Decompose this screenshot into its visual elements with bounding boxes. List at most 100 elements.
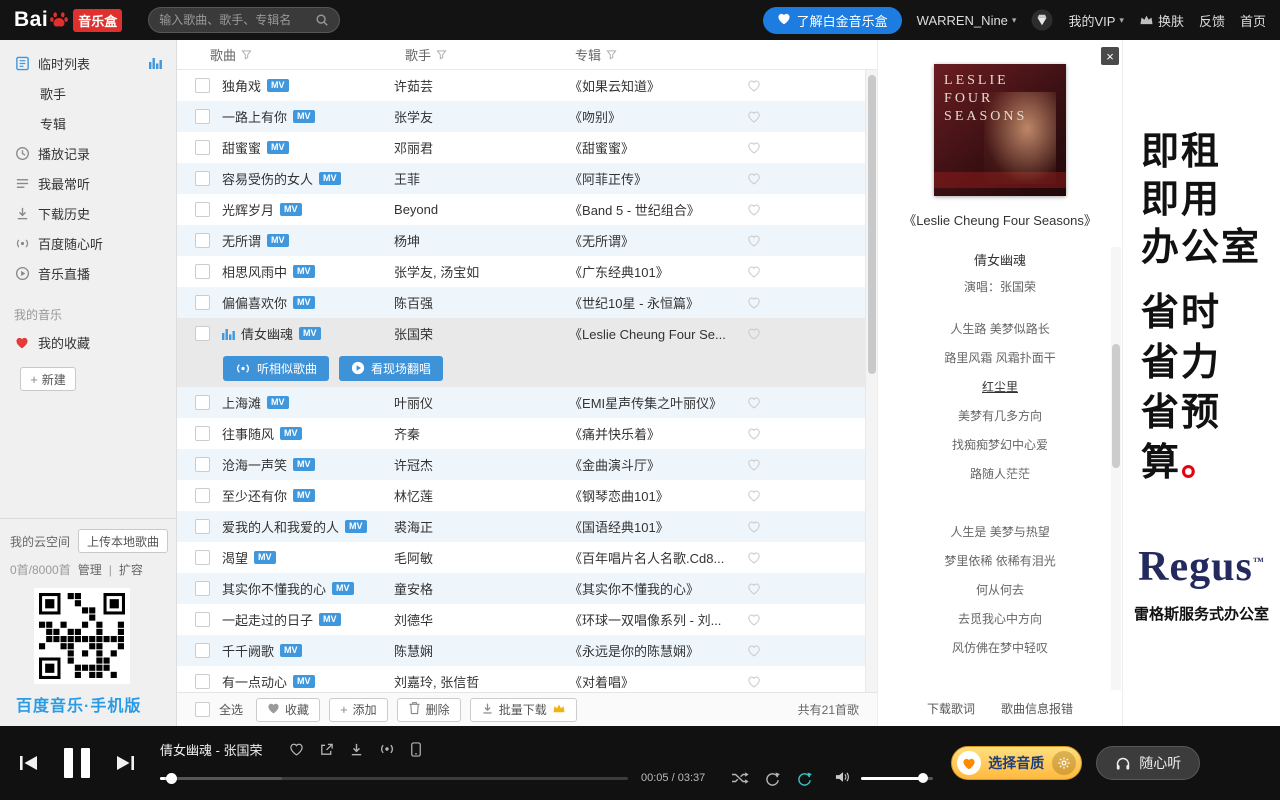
sidebar-item-favorites[interactable]: 我的收藏 (0, 327, 176, 357)
song-row[interactable]: 光辉岁月MVBeyond《Band 5 - 世纪组合》 (177, 194, 877, 225)
pause-button[interactable] (64, 748, 90, 778)
close-icon[interactable]: × (1101, 47, 1119, 65)
song-artist[interactable]: 许冠杰 (394, 455, 569, 474)
mv-badge[interactable]: MV (293, 265, 315, 278)
song-album[interactable]: 《吻别》 (569, 107, 737, 126)
mv-badge[interactable]: MV (332, 582, 354, 595)
song-album[interactable]: 《环球一双唱像系列 - 刘... (569, 610, 737, 629)
song-artist[interactable]: 张学友 (394, 107, 569, 126)
row-checkbox[interactable] (195, 295, 210, 310)
song-artist[interactable]: 王菲 (394, 169, 569, 188)
song-row[interactable]: 爱我的人和我爱的人MV裘海正《国语经典101》 (177, 511, 877, 542)
row-checkbox[interactable] (195, 519, 210, 534)
row-checkbox[interactable] (195, 326, 210, 341)
search-input[interactable] (159, 13, 315, 27)
row-checkbox[interactable] (195, 426, 210, 441)
song-row[interactable]: 容易受伤的女人MV王菲《阿菲正传》 (177, 163, 877, 194)
song-album[interactable]: 《金曲演斗厅》 (569, 455, 737, 474)
song-artist[interactable]: Beyond (394, 202, 569, 217)
favorite-icon[interactable] (289, 742, 304, 756)
mv-badge[interactable]: MV (293, 675, 315, 688)
song-row[interactable]: 至少还有你MV林忆莲《钢琴恋曲101》 (177, 480, 877, 511)
sidebar-item[interactable]: 播放记录 (0, 138, 176, 168)
song-artist[interactable]: 刘德华 (394, 610, 569, 629)
row-checkbox[interactable] (195, 395, 210, 410)
favorite-icon[interactable] (747, 110, 761, 123)
mv-badge[interactable]: MV (293, 296, 315, 309)
download-lyrics-link[interactable]: 下载歌词 (927, 700, 975, 717)
favorite-icon[interactable] (747, 520, 761, 533)
gear-icon[interactable] (1052, 751, 1076, 775)
send-to-phone-icon[interactable] (410, 742, 422, 757)
song-title-cell[interactable]: 无所谓MV (222, 231, 394, 250)
favorite-icon[interactable] (747, 458, 761, 471)
playing-action-button[interactable]: 听相似歌曲 (223, 356, 329, 381)
song-row[interactable]: 渴望MV毛阿敏《百年唱片名人名歌.Cd8... (177, 542, 877, 573)
song-album[interactable]: 《Band 5 - 世纪组合》 (569, 200, 737, 219)
song-title-cell[interactable]: 偏偏喜欢你MV (222, 293, 394, 312)
report-error-link[interactable]: 歌曲信息报错 (1001, 700, 1073, 717)
song-row[interactable]: 偏偏喜欢你MV陈百强《世纪10星 - 永恒篇》 (177, 287, 877, 318)
similar-songs-icon[interactable] (379, 742, 395, 756)
song-album[interactable]: 《永远是你的陈慧娴》 (569, 641, 737, 660)
song-artist[interactable]: 毛阿敏 (394, 548, 569, 567)
favorite-icon[interactable] (747, 582, 761, 595)
repeat-one-icon[interactable] (796, 771, 813, 786)
row-checkbox[interactable] (195, 581, 210, 596)
song-title-cell[interactable]: 爱我的人和我爱的人MV (222, 517, 394, 536)
row-checkbox[interactable] (195, 264, 210, 279)
song-album[interactable]: 《钢琴恋曲101》 (569, 486, 737, 505)
song-album[interactable]: 《国语经典101》 (569, 517, 737, 536)
song-row[interactable]: 相思风雨中MV张学友, 汤宝如《广东经典101》 (177, 256, 877, 287)
row-checkbox[interactable] (195, 550, 210, 565)
song-album[interactable]: 《甜蜜蜜》 (569, 138, 737, 157)
song-title-cell[interactable]: 其实你不懂我的心MV (222, 579, 394, 598)
mv-badge[interactable]: MV (267, 396, 289, 409)
song-artist[interactable]: 邓丽君 (394, 138, 569, 157)
song-album[interactable]: 《广东经典101》 (569, 262, 737, 281)
row-checkbox[interactable] (195, 674, 210, 689)
song-row[interactable]: 甜蜜蜜MV邓丽君《甜蜜蜜》 (177, 132, 877, 163)
volume-slider[interactable] (861, 777, 933, 780)
column-header-album[interactable]: 专辑 (575, 45, 877, 64)
row-checkbox[interactable] (195, 202, 210, 217)
favorite-icon[interactable] (747, 265, 761, 278)
sidebar-item[interactable]: 下载历史 (0, 198, 176, 228)
search-icon[interactable] (315, 13, 329, 27)
mv-badge[interactable]: MV (299, 327, 321, 340)
ad-banner[interactable]: 即租 即用 办公室 省时 省力 省预算。 Regus™ 雷格斯服务式办公室 (1122, 40, 1280, 726)
song-artist[interactable]: 许茹芸 (394, 76, 569, 95)
song-row[interactable]: 无所谓MV杨坤《无所谓》 (177, 225, 877, 256)
sidebar-item[interactable]: 百度随心听 (0, 228, 176, 258)
song-artist[interactable]: 陈慧娴 (394, 641, 569, 660)
row-checkbox[interactable] (195, 488, 210, 503)
row-checkbox[interactable] (195, 109, 210, 124)
song-title-cell[interactable]: 一起走过的日子MV (222, 610, 394, 629)
expand-link[interactable]: 扩容 (119, 561, 143, 578)
shuffle-icon[interactable] (731, 771, 749, 785)
filter-icon[interactable] (436, 49, 447, 60)
batch-download-button[interactable]: 批量下载 (470, 698, 577, 722)
mv-badge[interactable]: MV (254, 551, 276, 564)
mv-badge[interactable]: MV (293, 489, 315, 502)
song-title-cell[interactable]: 渴望MV (222, 548, 394, 567)
song-artist[interactable]: 林忆莲 (394, 486, 569, 505)
song-album[interactable]: 《EMI星声传集之叶丽仪》 (569, 393, 737, 412)
song-artist[interactable]: 杨坤 (394, 231, 569, 250)
song-album[interactable]: 《痛并快乐着》 (569, 424, 737, 443)
sidebar-item[interactable]: 临时列表 (0, 48, 176, 78)
row-checkbox[interactable] (195, 171, 210, 186)
share-icon[interactable] (319, 742, 334, 757)
radio-mode-button[interactable]: 随心听 (1096, 746, 1200, 780)
table-scrollbar[interactable] (865, 70, 877, 692)
song-album[interactable]: 《世纪10星 - 永恒篇》 (569, 293, 737, 312)
search-box[interactable] (148, 7, 340, 33)
filter-icon[interactable] (606, 49, 617, 60)
song-album[interactable]: 《无所谓》 (569, 231, 737, 250)
favorite-selected-button[interactable]: 收藏 (256, 698, 320, 722)
song-album[interactable]: 《其实你不懂我的心》 (569, 579, 737, 598)
favorite-icon[interactable] (747, 396, 761, 409)
row-checkbox[interactable] (195, 78, 210, 93)
song-row[interactable]: 往事随风MV齐秦《痛并快乐着》 (177, 418, 877, 449)
song-row[interactable]: 上海滩MV叶丽仪《EMI星声传集之叶丽仪》 (177, 387, 877, 418)
